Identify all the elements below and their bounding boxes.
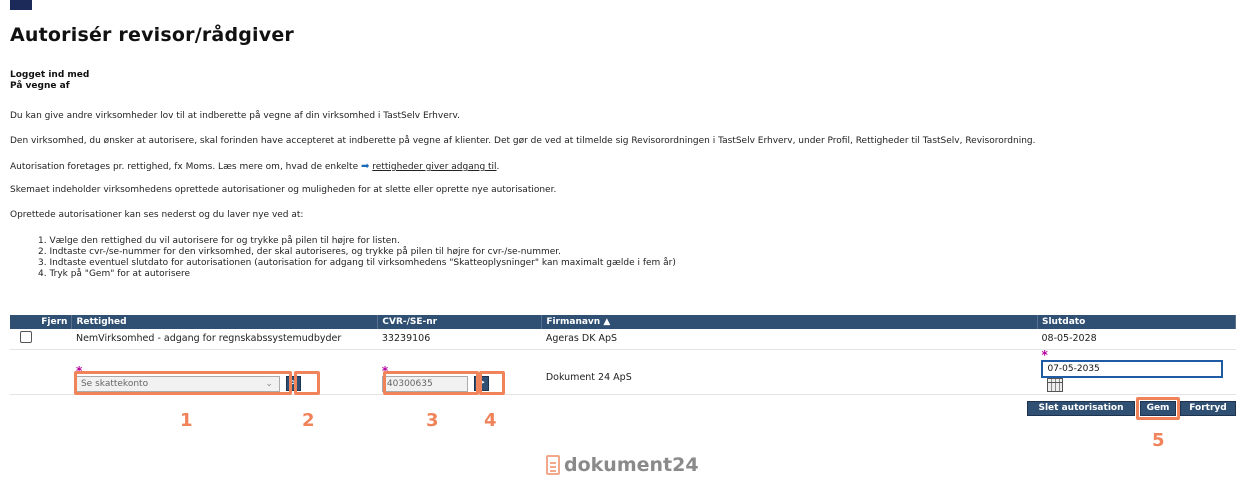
rights-link[interactable]: rettigheder giver adgang til bbox=[372, 162, 496, 172]
calendar-icon[interactable] bbox=[1047, 377, 1064, 392]
step-item: 2. Indtaste cvr-/se-nummer for den virks… bbox=[38, 247, 562, 257]
header-company[interactable]: Firmanavn ▲ bbox=[541, 315, 1038, 329]
annotation-number: 1 bbox=[180, 410, 193, 431]
skat-logo bbox=[10, 0, 32, 10]
annotation-number: 2 bbox=[302, 410, 315, 431]
header-remove: Fjern bbox=[10, 315, 73, 329]
steps-list: 1. Vælge den rettighed du vil autorisere… bbox=[38, 236, 676, 280]
annotation-number: 4 bbox=[484, 410, 497, 431]
header-end-date[interactable]: Slutdato bbox=[1037, 315, 1237, 329]
intro-paragraph-3: Autorisation foretages pr. rettighed, fx… bbox=[10, 161, 499, 172]
table-row: NemVirksomhed - adgang for regnskabssyst… bbox=[10, 329, 1236, 350]
annotation-number: 5 bbox=[1152, 430, 1165, 451]
remove-checkbox[interactable] bbox=[20, 331, 32, 344]
highlight-right-select bbox=[74, 371, 292, 395]
end-date-cell: 08-05-2028 bbox=[1037, 329, 1236, 350]
login-label: Logget ind med bbox=[10, 70, 90, 80]
intro-paragraph-5: Oprettede autorisationer kan ses nederst… bbox=[10, 210, 304, 220]
delete-authorisation-button[interactable]: Slet autorisation bbox=[1027, 401, 1135, 416]
highlight-right-go bbox=[294, 371, 320, 395]
new-company-cell: Dokument 24 ApS bbox=[541, 349, 1038, 395]
annotation-number: 3 bbox=[426, 410, 439, 431]
intro-paragraph-3-text: Autorisation foretages pr. rettighed, fx… bbox=[10, 162, 359, 172]
company-cell: Ageras DK ApS bbox=[541, 329, 1038, 350]
right-cell: NemVirksomhed - adgang for regnskabssyst… bbox=[71, 329, 378, 350]
cvr-cell: 33239106 bbox=[377, 329, 542, 350]
document-icon bbox=[546, 455, 560, 475]
page-title: Autorisér revisor/rådgiver bbox=[10, 24, 295, 46]
header-cvr[interactable]: CVR-/SE-nr bbox=[377, 315, 543, 329]
arrow-right-icon: ➡ bbox=[361, 161, 370, 172]
intro-paragraph-2: Den virksomhed, du ønsker at autorisere,… bbox=[10, 136, 1036, 146]
step-item: 4. Tryk på "Gem" for at autorisere bbox=[38, 269, 191, 279]
header-right[interactable]: Rettighed bbox=[71, 315, 379, 329]
intro-paragraph-1: Du kan give andre virksomheder lov til a… bbox=[10, 111, 460, 121]
watermark: dokument24 bbox=[546, 454, 699, 476]
step-item: 3. Indtaste eventuel slutdato for autori… bbox=[38, 258, 676, 268]
end-date-input-cell: * 07-05-2035 bbox=[1037, 347, 1236, 395]
step-item: 1. Vælge den rettighed du vil autorisere… bbox=[38, 236, 400, 246]
highlight-cvr-input bbox=[383, 371, 479, 395]
remove-cell bbox=[10, 329, 72, 350]
login-info: Logget ind med På vegne af bbox=[10, 70, 89, 92]
required-marker: * bbox=[1041, 347, 1048, 362]
highlight-cvr-go bbox=[479, 371, 505, 395]
cancel-button[interactable]: Fortryd bbox=[1180, 401, 1236, 416]
intro-paragraph-4: Skemaet indeholder virksomhedens oprette… bbox=[10, 185, 557, 195]
end-date-input[interactable]: 07-05-2035 bbox=[1041, 359, 1224, 378]
table-header-row: Fjern Rettighed CVR-/SE-nr Firmanavn ▲ S… bbox=[10, 315, 1237, 329]
watermark-text: dokument24 bbox=[564, 454, 699, 476]
on-behalf-label: På vegne af bbox=[10, 81, 70, 91]
highlight-save bbox=[1136, 397, 1180, 420]
intro-paragraph-3-end: . bbox=[496, 162, 500, 172]
